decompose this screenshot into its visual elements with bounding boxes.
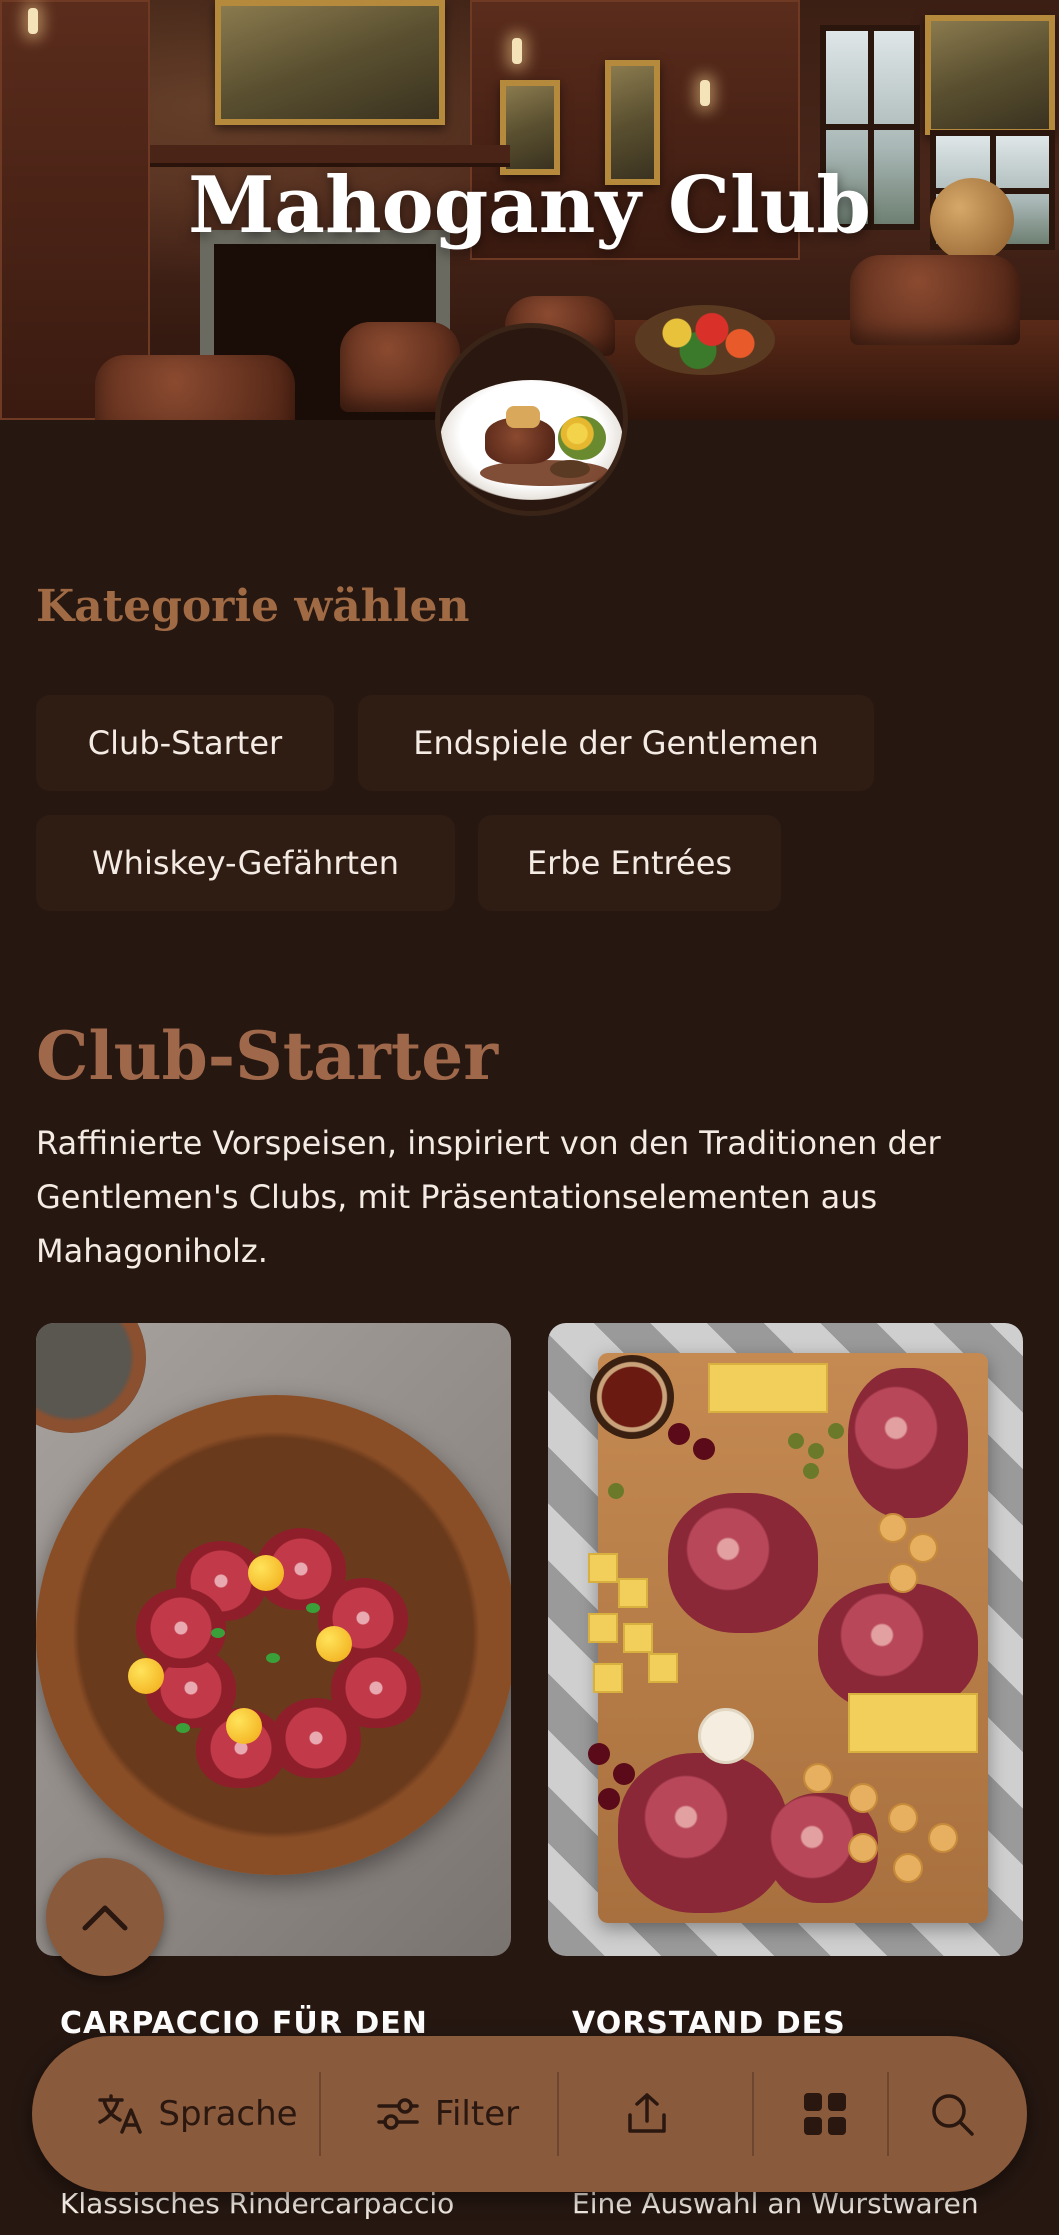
olive: [608, 1483, 624, 1499]
filter-sliders-icon: [377, 2098, 419, 2130]
yolk: [316, 1626, 352, 1662]
grid-icon: [803, 2093, 846, 2135]
section-title: Club-Starter: [36, 1017, 499, 1095]
olive: [788, 1433, 804, 1449]
wooden-plate: [36, 1395, 511, 1875]
herb: [176, 1723, 190, 1733]
cheese-block: [708, 1363, 828, 1413]
cheese-cube: [588, 1553, 618, 1583]
cracker: [893, 1853, 923, 1883]
divider: [557, 2072, 559, 2156]
cracker: [848, 1783, 878, 1813]
brie: [698, 1708, 754, 1764]
category-chip-endspiele[interactable]: Endspiele der Gentlemen: [358, 695, 874, 791]
herb: [266, 1653, 280, 1663]
beef-slice: [136, 1588, 226, 1668]
cheese-cube: [593, 1663, 623, 1693]
divider: [752, 2072, 754, 2156]
bottom-toolbar: Sprache Filter: [32, 2036, 1027, 2192]
share-button[interactable]: [572, 2036, 722, 2192]
cracker: [878, 1513, 908, 1543]
side-plate: [36, 1323, 146, 1433]
mushrooms: [550, 460, 590, 478]
category-heading: Kategorie wählen: [36, 581, 470, 632]
cheese-cube: [623, 1623, 653, 1653]
vegetables: [558, 416, 606, 460]
filter-button[interactable]: Filter: [332, 2036, 562, 2192]
divider: [319, 2072, 321, 2156]
olive: [828, 1423, 844, 1439]
cracker: [848, 1833, 878, 1863]
jam-jar: [590, 1355, 674, 1439]
topping: [506, 406, 540, 428]
ham: [668, 1493, 818, 1633]
leather-chair: [850, 255, 1020, 345]
cheese-block: [848, 1693, 978, 1753]
yolk: [226, 1708, 262, 1744]
site-title: Mahogany Club: [188, 160, 871, 251]
cracker: [928, 1823, 958, 1853]
leather-chair: [95, 355, 295, 420]
flower-arrangement: [635, 305, 775, 375]
language-button[interactable]: Sprache: [72, 2036, 322, 2192]
translate-icon: [98, 2094, 143, 2134]
category-chip-whiskey[interactable]: Whiskey-Gefährten: [36, 815, 455, 911]
cracker: [908, 1533, 938, 1563]
category-chip-club-starter[interactable]: Club-Starter: [36, 695, 334, 791]
painting: [215, 0, 445, 125]
dish-avatar: [435, 323, 628, 516]
yolk: [128, 1658, 164, 1694]
cheese-cube: [588, 1613, 618, 1643]
search-icon: [932, 2094, 974, 2136]
cherry: [588, 1743, 610, 1765]
cherry: [613, 1763, 635, 1785]
scroll-to-top-button[interactable]: [46, 1858, 164, 1976]
category-chip-erbe-entrees[interactable]: Erbe Entrées: [478, 815, 781, 911]
divider: [887, 2072, 889, 2156]
yolk: [248, 1555, 284, 1591]
cherry: [598, 1788, 620, 1810]
grid-view-button[interactable]: [762, 2036, 887, 2192]
herb: [306, 1603, 320, 1613]
section-description: Raffinierte Vorspeisen, inspiriert von d…: [36, 1124, 941, 1270]
sconce: [28, 8, 38, 34]
filter-label: Filter: [434, 2094, 520, 2134]
cherry: [693, 1438, 715, 1460]
painting: [925, 15, 1055, 135]
sconce: [700, 80, 710, 106]
herb: [211, 1628, 225, 1638]
ham: [848, 1368, 968, 1518]
cracker: [888, 1803, 918, 1833]
language-label: Sprache: [158, 2094, 298, 2134]
chevron-up-icon: [82, 1905, 128, 1931]
share-icon: [628, 2093, 666, 2133]
ham: [618, 1753, 788, 1913]
cherry: [668, 1423, 690, 1445]
search-button[interactable]: [897, 2036, 1007, 2192]
sauce: [480, 460, 610, 486]
olive: [803, 1463, 819, 1479]
cheese-cube: [618, 1578, 648, 1608]
cheese-cube: [648, 1653, 678, 1683]
page: Mahogany Club Kategorie wählen Club-Star…: [0, 0, 1059, 2235]
product-image-charcuterie[interactable]: [548, 1323, 1023, 1956]
sconce: [512, 38, 522, 64]
cracker: [888, 1563, 918, 1593]
cracker: [803, 1763, 833, 1793]
olive: [808, 1443, 824, 1459]
